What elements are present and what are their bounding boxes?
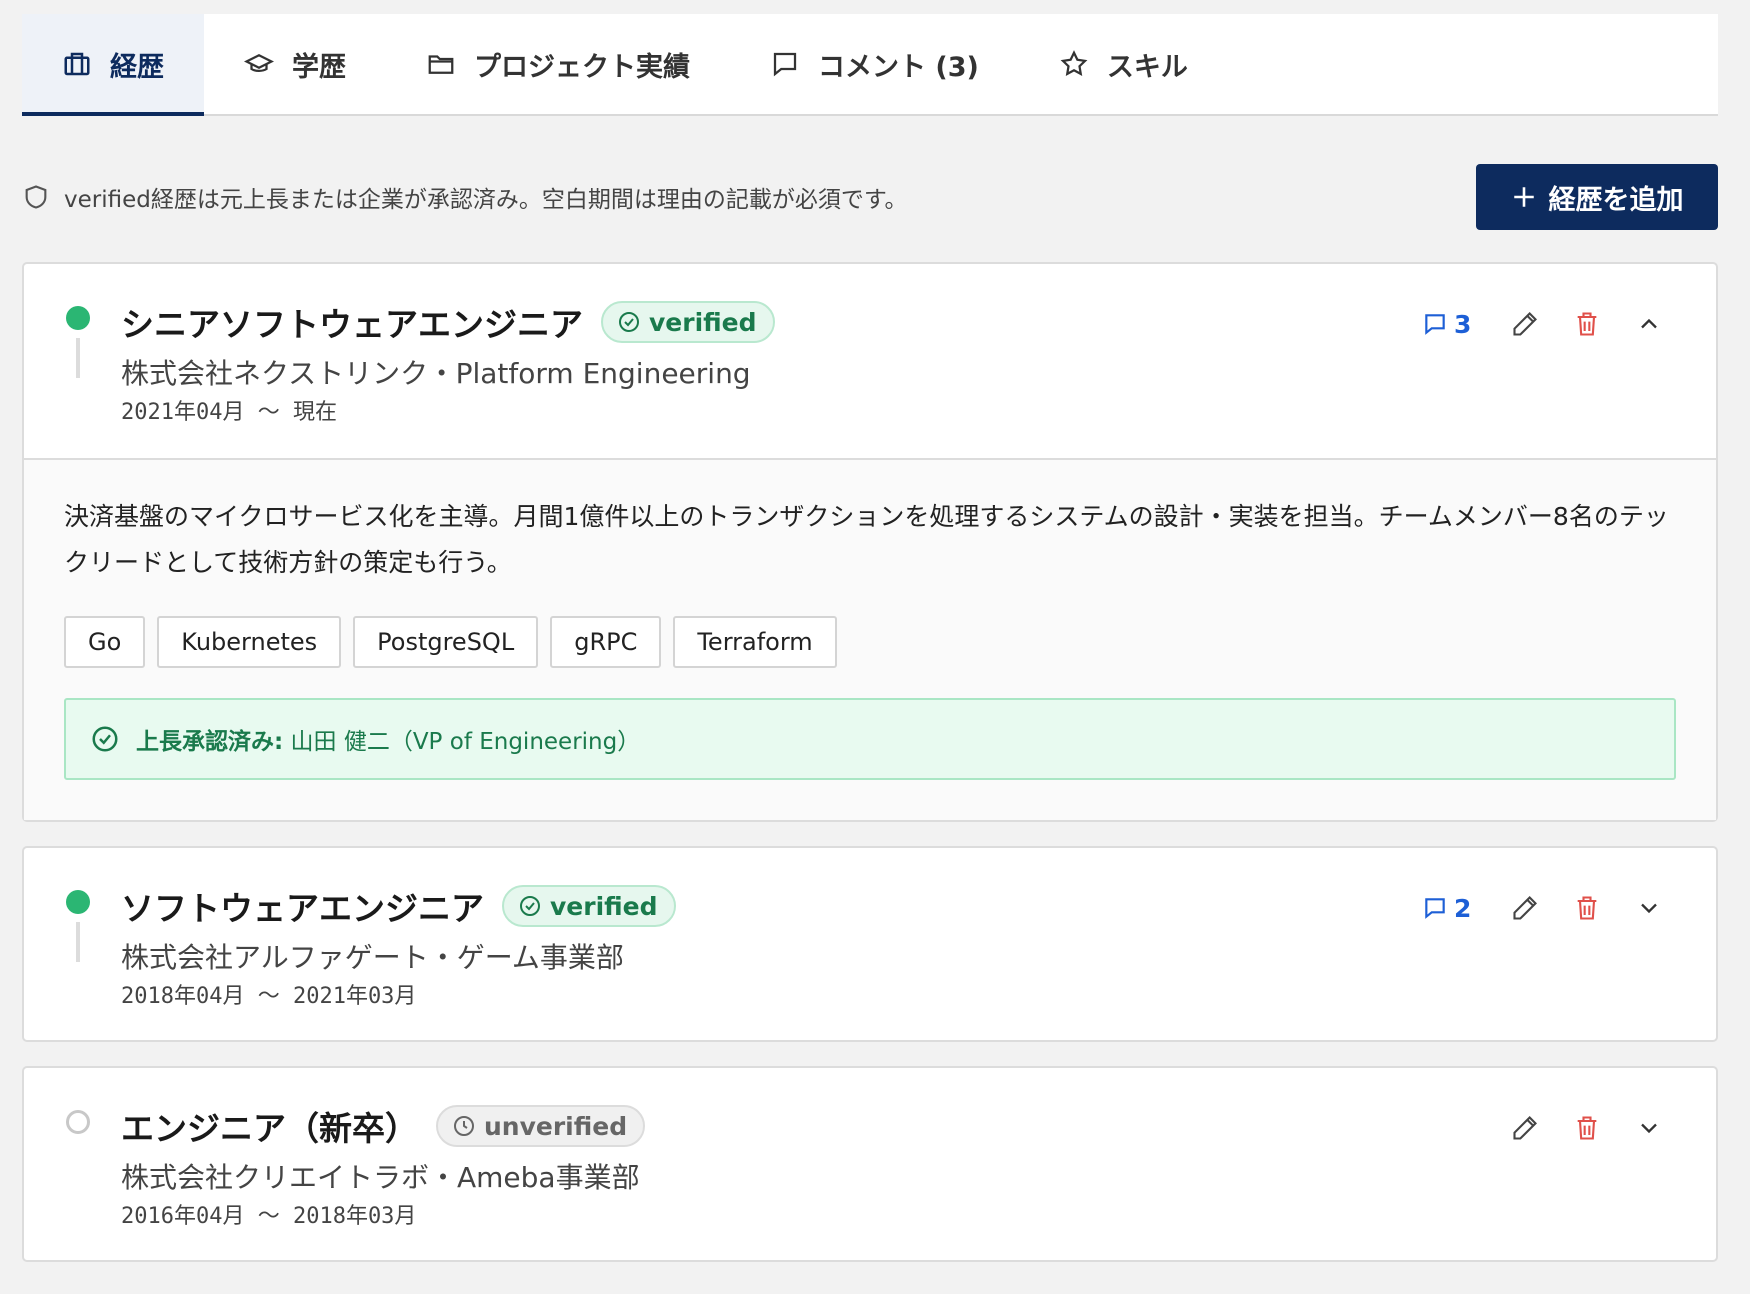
chevron-up-icon xyxy=(1641,318,1657,329)
trash-icon xyxy=(1577,312,1597,336)
comments-button[interactable]: 2 xyxy=(1422,894,1494,923)
tab-bar: 経歴 学歴 プロジェクト実績 コメント (3) スキル xyxy=(22,14,1718,116)
folder-icon xyxy=(428,55,454,74)
expand-button[interactable] xyxy=(1618,1106,1680,1150)
skill-tags: Go Kubernetes PostgreSQL gRPC Terraform xyxy=(64,616,1676,668)
check-circle-icon xyxy=(520,896,540,916)
timeline-rail xyxy=(76,338,80,378)
company-name: 株式会社クリエイトラボ・Ameba事業部 xyxy=(121,1161,640,1194)
career-period: 2021年04月 〜 現在 xyxy=(121,400,337,425)
comment-count: 3 xyxy=(1454,309,1472,339)
tab-skills[interactable]: スキル xyxy=(1019,14,1228,114)
info-notice: verified経歴は元上長または企業が承認済み。空白期間は理由の記載が必須です… xyxy=(22,180,908,214)
skill-tag: Kubernetes xyxy=(157,616,342,668)
expand-button[interactable] xyxy=(1618,886,1680,930)
pencil-icon xyxy=(1513,312,1537,336)
briefcase-icon xyxy=(64,52,90,76)
check-circle-icon xyxy=(619,312,639,332)
status-label: verified xyxy=(649,307,757,337)
career-title: エンジニア（新卒） xyxy=(121,1109,418,1148)
comment-icon xyxy=(1425,898,1445,919)
career-title: ソフトウェアエンジニア xyxy=(121,889,484,928)
approval-notice: 上長承認済み: 山田 健二（VP of Engineering） xyxy=(64,698,1676,780)
company-name: 株式会社アルファゲート・ゲーム事業部 xyxy=(121,941,624,974)
career-card: エンジニア（新卒） unverified 株式会社クリエイトラボ・Ameba事業… xyxy=(22,1066,1718,1262)
tab-projects[interactable]: プロジェクト実績 xyxy=(386,14,730,114)
tab-education[interactable]: 学歴 xyxy=(204,14,386,114)
timeline-rail xyxy=(76,922,80,962)
shield-icon xyxy=(25,185,47,209)
comments-button[interactable]: 3 xyxy=(1422,310,1494,339)
tab-comments[interactable]: コメント (3) xyxy=(730,14,1019,114)
edit-button[interactable] xyxy=(1494,886,1556,930)
status-badge: unverified xyxy=(436,1105,646,1147)
add-career-button[interactable]: 経歴を追加 xyxy=(1476,164,1718,230)
skill-tag: gRPC xyxy=(550,616,662,668)
tab-label: 経歴 xyxy=(110,51,164,83)
status-dot xyxy=(66,306,90,330)
info-text: verified経歴は元上長または企業が承認済み。空白期間は理由の記載が必須です… xyxy=(64,187,908,213)
plus-icon xyxy=(1513,187,1534,207)
delete-button[interactable] xyxy=(1556,886,1618,930)
tab-label: プロジェクト実績 xyxy=(474,51,690,83)
graduation-cap-icon xyxy=(244,53,274,72)
career-period: 2016年04月 〜 2018年03月 xyxy=(121,1204,417,1229)
delete-button[interactable] xyxy=(1556,302,1618,346)
career-period: 2018年04月 〜 2021年03月 xyxy=(121,984,417,1009)
career-details: 決済基盤のマイクロサービス化を主導。月間1億件以上のトランザクションを処理するシ… xyxy=(24,458,1716,820)
career-description: 決済基盤のマイクロサービス化を主導。月間1億件以上のトランザクションを処理するシ… xyxy=(64,502,1669,577)
status-badge: verified xyxy=(502,885,676,927)
check-circle-icon xyxy=(92,726,118,752)
company-name: 株式会社ネクストリンク・Platform Engineering xyxy=(121,357,751,390)
skill-tag: Terraform xyxy=(673,616,837,668)
status-badge: verified xyxy=(601,301,775,343)
pencil-icon xyxy=(1513,896,1537,920)
status-label: unverified xyxy=(484,1111,628,1141)
approver-name: 山田 健二（VP of Engineering） xyxy=(290,729,641,755)
add-career-label: 経歴を追加 xyxy=(1548,184,1684,216)
chevron-down-icon xyxy=(1641,903,1657,914)
comment-icon xyxy=(773,52,797,77)
career-title: シニアソフトウェアエンジニア xyxy=(121,305,583,344)
status-label: verified xyxy=(550,891,658,921)
tab-label: スキル xyxy=(1106,51,1188,83)
tab-career[interactable]: 経歴 xyxy=(22,14,204,116)
trash-icon xyxy=(1577,1116,1597,1140)
career-card: ソフトウェアエンジニア verified 株式会社アルファゲート・ゲーム事業部 … xyxy=(22,846,1718,1042)
skill-tag: PostgreSQL xyxy=(353,616,539,668)
chevron-down-icon xyxy=(1641,1123,1657,1134)
comment-count: 2 xyxy=(1454,893,1472,923)
status-dot xyxy=(66,890,90,914)
skill-tag: Go xyxy=(64,616,146,668)
tab-label: 学歴 xyxy=(292,51,346,83)
approval-label: 上長承認済み: xyxy=(136,729,284,755)
star-icon xyxy=(1060,50,1088,76)
comment-icon xyxy=(1425,314,1445,335)
pencil-icon xyxy=(1513,1116,1537,1140)
delete-button[interactable] xyxy=(1556,1106,1618,1150)
edit-button[interactable] xyxy=(1494,302,1556,346)
status-dot xyxy=(66,1110,90,1134)
career-card: シニアソフトウェアエンジニア verified 株式会社ネクストリンク・Plat… xyxy=(22,262,1718,822)
tab-label: コメント (3) xyxy=(818,51,979,83)
collapse-button[interactable] xyxy=(1618,302,1680,346)
trash-icon xyxy=(1577,896,1597,920)
edit-button[interactable] xyxy=(1494,1106,1556,1150)
clock-icon xyxy=(454,1116,474,1136)
